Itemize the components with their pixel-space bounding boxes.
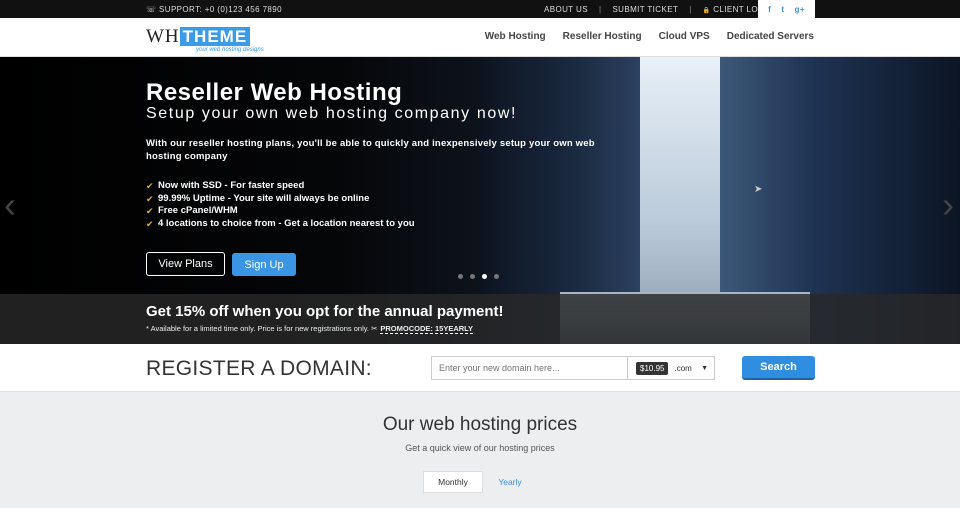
feature-prefix: Now with [158,180,200,191]
tld-price-badge: $10.95 [636,361,669,375]
hero-description: With our reseller hosting plans, you'll … [146,138,595,162]
feature-item: ✔ 99.99% Uptime - Your site will always … [146,193,415,206]
submit-ticket-link[interactable]: SUBMIT TICKET [612,5,678,14]
slider-next-icon[interactable]: › [942,187,954,223]
slider-dot[interactable] [470,274,475,279]
top-bar: ☏ SUPPORT: +0 (0)123 456 7890 ABOUT US |… [0,0,960,18]
feature-rest: - Your site will always be online [227,192,370,204]
slider-prev-icon[interactable]: ‹ [4,187,16,223]
promo-code: PROMOCODE: 15YEARLY [380,324,474,334]
social-links: f t g+ [758,0,815,18]
tab-monthly[interactable]: Monthly [423,471,483,493]
slider-dots [458,274,506,279]
google-plus-icon[interactable]: g+ [795,5,805,14]
feature-strong: Free cPanel/WHM [158,205,238,217]
tab-yearly[interactable]: Yearly [490,471,530,493]
chevron-down-icon: ▼ [701,365,708,372]
hero-title: Reseller Web Hosting [146,79,403,106]
check-icon: ✔ [146,206,154,217]
feature-item: ✔ 4 locations to choice from - Get a loc… [146,218,415,231]
logo-tagline: your web hosting designs [196,47,264,53]
lock-icon: 🔒 [702,8,711,14]
nav-cloud-vps[interactable]: Cloud VPS [659,31,710,42]
feature-strong: SSD [202,180,222,191]
twitter-icon[interactable]: t [781,5,784,14]
promo-note-text: * Available for a limited time only. Pri… [146,324,378,333]
view-plans-button[interactable]: View Plans [146,252,225,276]
logo-theme: THEME [179,27,251,46]
top-links: ABOUT US | SUBMIT TICKET | 🔒 CLIENT LOGI… [544,5,773,14]
separator: | [598,5,602,14]
logo-wh: WH [146,26,180,47]
sign-up-button[interactable]: Sign Up [232,253,296,276]
feature-strong: 99.99% Uptime [158,192,226,204]
slider-dot[interactable] [494,274,499,279]
hero-slider: Reseller Web Hosting Setup your own web … [0,57,960,344]
hero-subtitle: Setup your own web hosting company now! [146,105,518,122]
promo-banner: Get 15% off when you opt for the annual … [0,294,960,344]
tld-value: .com [674,363,692,373]
tld-select[interactable]: $10.95 .com ▼ [627,356,715,380]
pricing-title: Our web hosting prices [382,414,578,435]
pricing-section: Our web hosting prices Get a quick view … [0,391,960,508]
main-nav: Web Hosting Reseller Hosting Cloud VPS D… [468,31,814,42]
check-icon: ✔ [146,181,154,191]
nav-reseller-hosting[interactable]: Reseller Hosting [563,31,642,42]
support-phone: ☏ SUPPORT: +0 (0)123 456 7890 [146,5,282,14]
site-logo[interactable]: WH THEME your web hosting designs [146,26,264,53]
nav-web-hosting[interactable]: Web Hosting [485,31,546,42]
feature-item: ✔ Free cPanel/WHM [146,205,415,218]
domain-input[interactable] [431,356,627,380]
nav-dedicated-servers[interactable]: Dedicated Servers [727,31,814,42]
slider-dot-active[interactable] [482,274,487,279]
feature-list: ✔ Now with SSD - For faster speed ✔ 99.9… [146,180,415,230]
feature-rest: - For faster speed [224,180,305,191]
domain-search-button[interactable]: Search [742,356,815,380]
pricing-subtitle: Get a quick view of our hosting prices [405,443,555,453]
check-icon: ✔ [146,218,154,229]
mouse-cursor-icon: ➤ [754,184,763,195]
facebook-icon[interactable]: f [768,5,771,14]
domain-search-section: REGISTER A DOMAIN: $10.95 .com ▼ Search [0,344,960,391]
about-us-link[interactable]: ABOUT US [544,5,588,14]
slider-dot[interactable] [458,274,463,279]
check-icon: ✔ [146,193,154,204]
separator: | [689,5,692,14]
site-header: WH THEME your web hosting designs Web Hos… [0,18,960,57]
feature-item: ✔ Now with SSD - For faster speed [146,180,415,193]
promo-note: * Available for a limited time only. Pri… [146,324,474,334]
promo-title: Get 15% off when you opt for the annual … [146,303,504,320]
domain-section-title: REGISTER A DOMAIN: [146,357,372,380]
feature-rest: to choice from - Get a location nearest … [210,217,415,229]
feature-strong: 4 locations [158,217,208,229]
